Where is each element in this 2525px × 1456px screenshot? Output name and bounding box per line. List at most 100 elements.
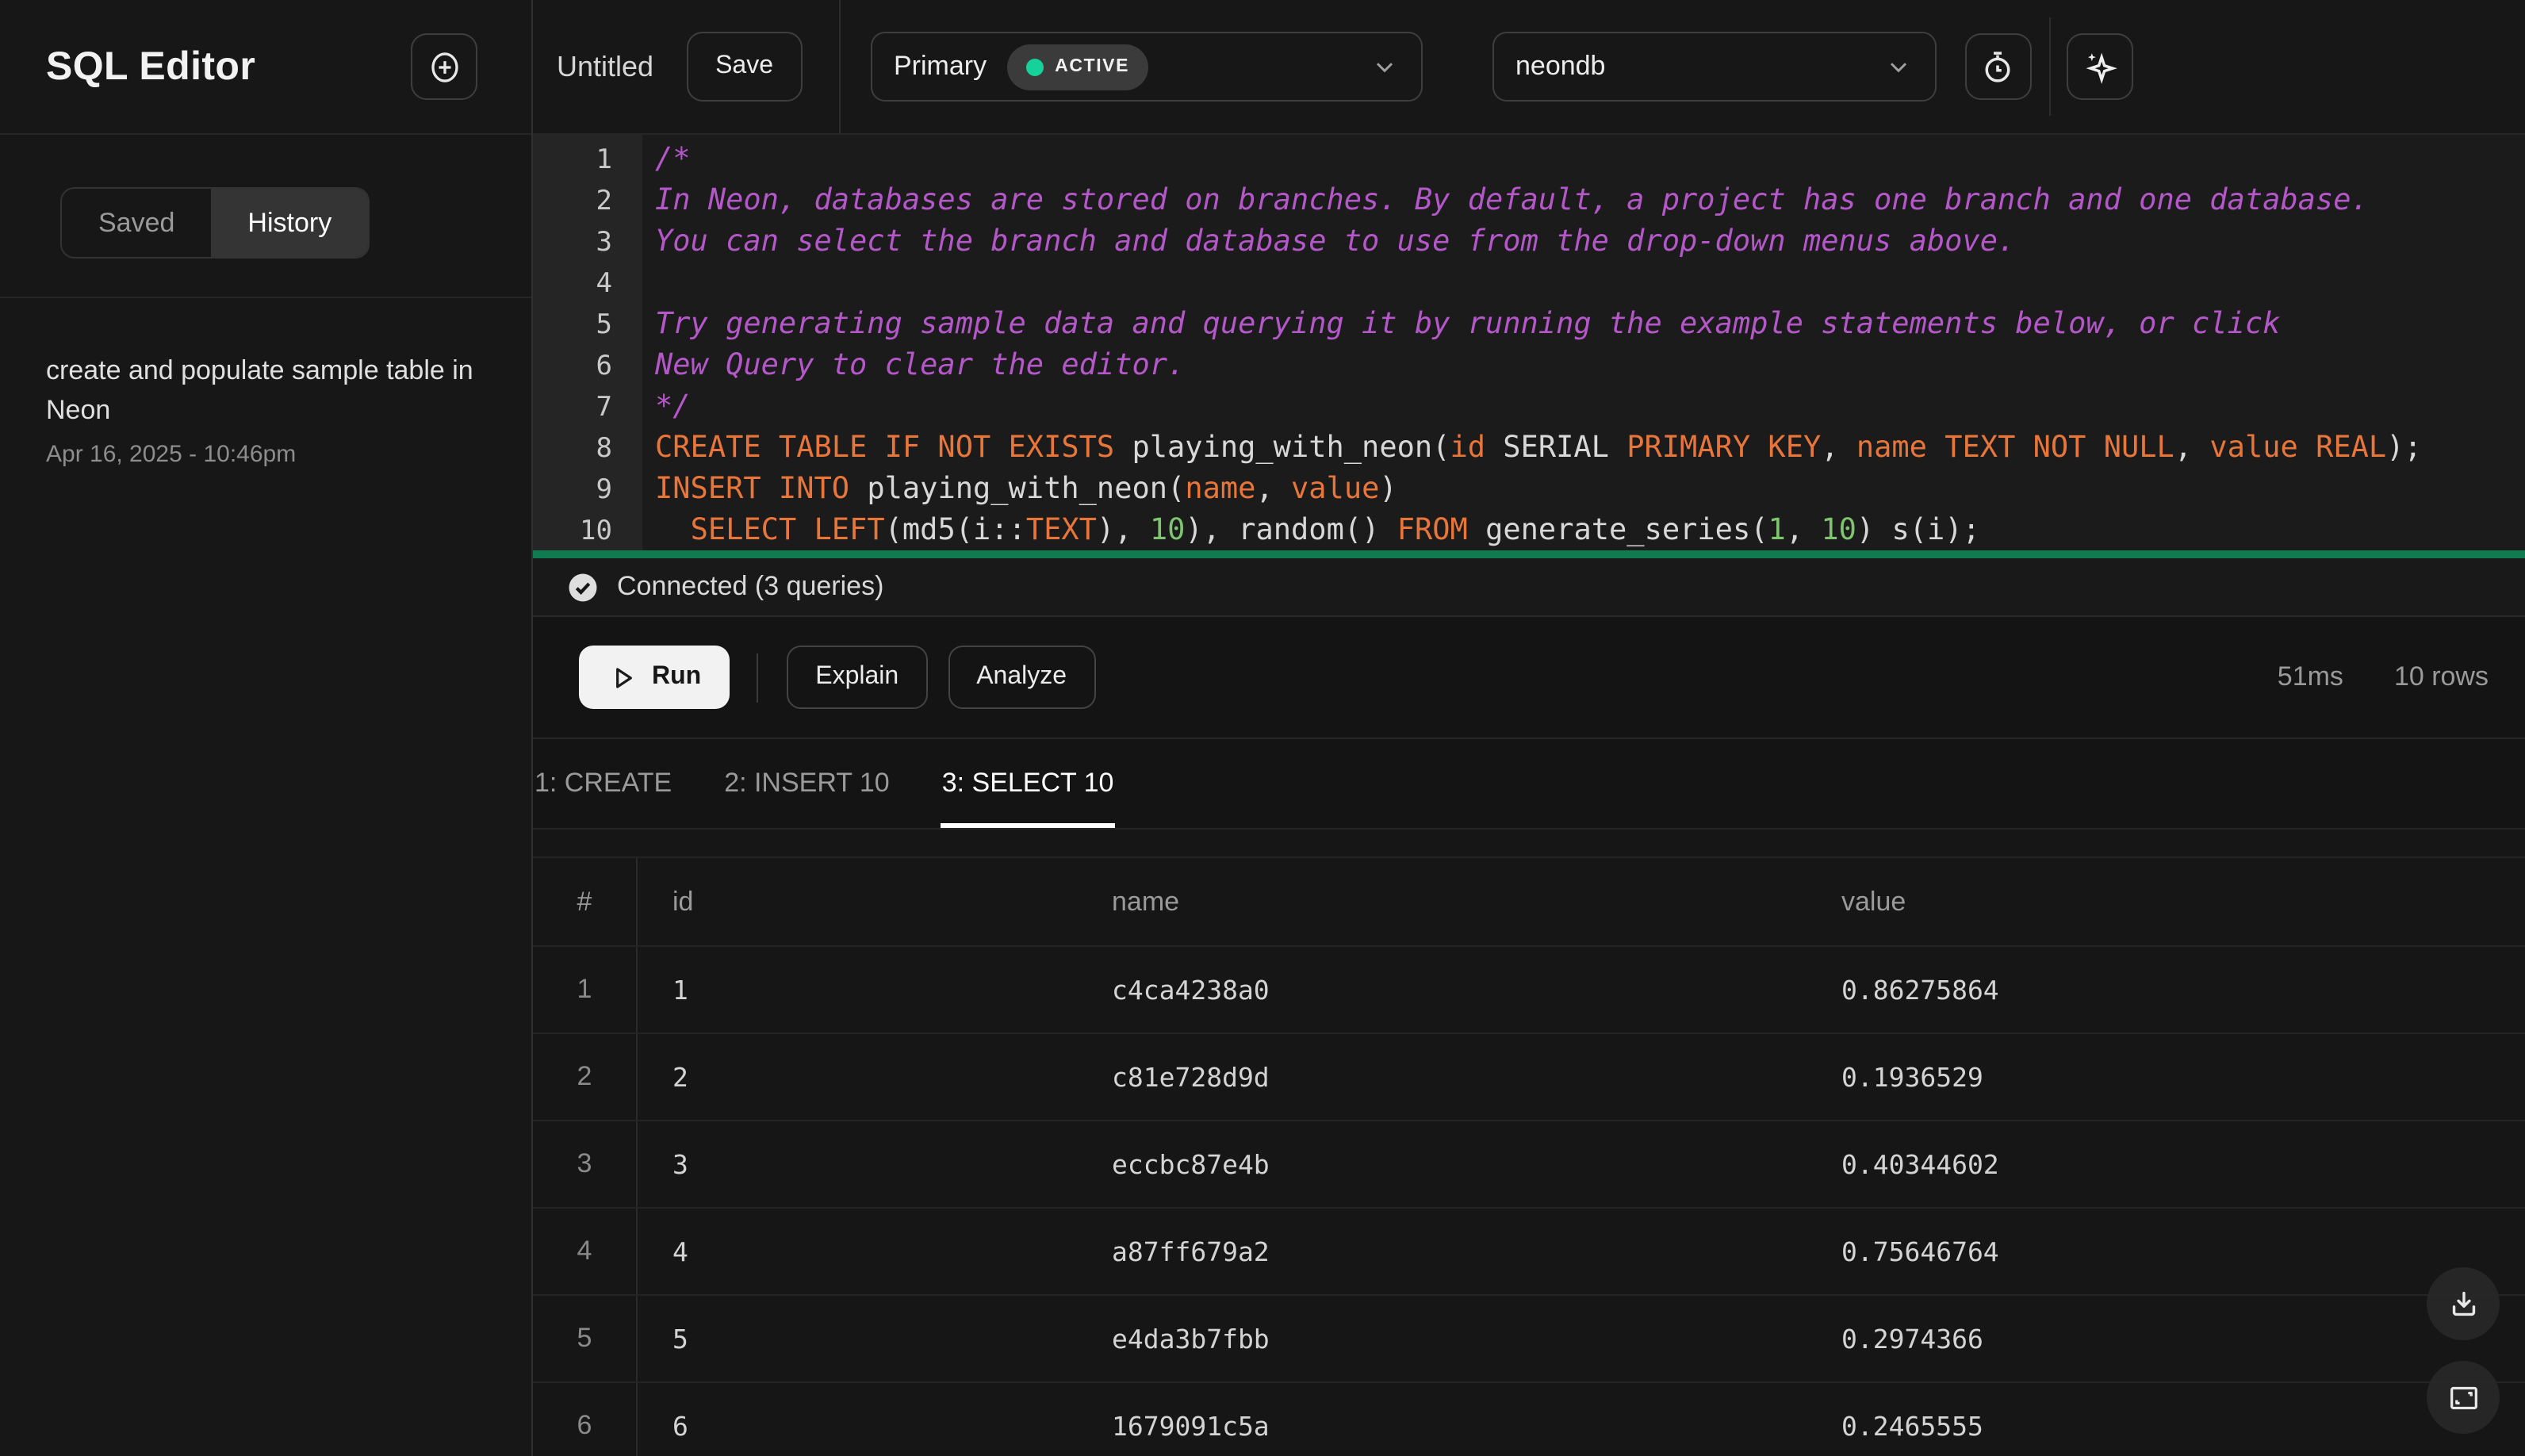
code-token: id [1450,431,1485,465]
run-button[interactable]: Run [579,646,730,709]
connection-status-row: Connected (3 queries) [533,558,2525,617]
new-query-button[interactable] [411,33,477,100]
line-number: 9 [596,474,613,506]
editor-line: 4 [533,263,2525,305]
code-token: generate_series( [1467,514,1768,547]
name-cell: eccbc87e4b [1112,1149,1270,1179]
code-text: In Neon, databases are stored on branche… [642,181,2369,222]
name-cell: a87ff679a2 [1112,1236,1270,1266]
explain-button[interactable]: Explain [787,646,928,709]
query-history-button[interactable] [1964,33,2031,100]
line-number: 8 [596,433,613,465]
sidebar-tabs: Saved History [60,187,370,259]
editor-line: 1 /* [533,140,2525,181]
code-token: , [1821,431,1856,465]
result-tab-1[interactable]: 1: CREATE [533,739,673,828]
row-number-cell: 5 [533,1296,638,1381]
row-number-cell: 4 [533,1209,638,1294]
ai-assist-button[interactable] [2066,33,2132,100]
code-token: PRIMARY KEY [1626,431,1822,465]
code-token: TEXT NOT NULL [1945,431,2174,465]
history-item[interactable]: create and populate sample table in Neon… [46,351,474,468]
analyze-button[interactable]: Analyze [948,646,1096,709]
sidebar-tab-saved[interactable]: Saved [62,189,211,257]
code-token: ), random() [1185,514,1397,547]
row-number-cell: 1 [533,947,638,1033]
actions-row: Run Explain Analyze 51ms 10 rows [533,617,2525,739]
table-row[interactable]: 2 2 c81e728d9d 0.1936529 [533,1033,2525,1120]
code-token: ) s(i); [1856,514,1980,547]
table-row[interactable]: 4 4 a87ff679a2 0.75646764 [533,1207,2525,1294]
line-number: 7 [596,392,613,423]
row-count: 10 rows [2393,661,2489,692]
code-token: value [1291,473,1380,506]
branch-select[interactable]: Primary ACTIVE [870,32,1422,102]
status-dot-icon [1026,58,1044,75]
code-token: New Query to clear the editor. [655,349,1186,382]
line-number: 1 [596,144,613,176]
result-tab-2[interactable]: 2: INSERT 10 [722,739,891,828]
download-results-button[interactable] [2427,1267,2500,1340]
value-cell: 0.40344602 [1841,1149,1999,1179]
code-token: (md5(i:: [884,514,1026,547]
editor-line: 3 You can select the branch and database … [533,222,2525,263]
code-token: playing_with_neon( [849,473,1186,506]
sidebar-tab-history[interactable]: History [211,189,369,257]
code-token: TEXT [1025,514,1097,547]
code-token: INSERT INTO [655,473,850,506]
stopwatch-icon [1978,47,2017,86]
code-text: */ [642,387,691,428]
table-row[interactable]: 3 3 eccbc87e4b 0.40344602 [533,1120,2525,1207]
connection-status-text: Connected (3 queries) [617,571,884,601]
save-button[interactable]: Save [687,32,802,102]
name-cell: c4ca4238a0 [1112,975,1270,1005]
id-cell: 6 [672,1411,688,1441]
line-number: 10 [580,515,612,547]
history-item-title: create and populate sample table in Neon [46,355,473,425]
editor-line: 10 SELECT LEFT(md5(i::TEXT), 10), random… [533,511,2525,550]
topbar-divider-2 [2048,17,2050,116]
table-row[interactable]: 1 1 c4ca4238a0 0.86275864 [533,945,2525,1033]
code-token: In Neon, databases are stored on branche… [655,184,2369,217]
row-number-cell: 3 [533,1121,638,1207]
sidebar-tabs-block: Saved History [0,135,531,298]
chevron-down-icon [1370,52,1398,81]
id-cell: 5 [672,1324,688,1354]
sql-editor[interactable]: 1 /* 2 In Neon, databases are stored on bra… [533,135,2525,550]
topbar: Untitled Save Primary ACTIVE neondb [533,0,2525,135]
name-cell: 1679091c5a [1112,1411,1270,1441]
line-number: 2 [596,186,613,217]
table-row[interactable]: 6 6 1679091c5a 0.2465555 [533,1381,2525,1456]
editor-line: 5 Try generating sample data and querying… [533,305,2525,346]
editor-line: 8 CREATE TABLE IF NOT EXISTS playing_with… [533,428,2525,469]
expand-results-button[interactable] [2427,1361,2500,1434]
code-text: New Query to clear the editor. [642,346,1185,387]
result-tab-3[interactable]: 3: SELECT 10 [940,739,1116,828]
line-number: 4 [596,268,613,300]
main-panel: Untitled Save Primary ACTIVE neondb 1 /*… [533,0,2525,1456]
play-icon [607,662,638,692]
query-title: Untitled [557,50,654,82]
statement-highlight-bar [533,550,2525,558]
sql-editor-app: SQL Editor Saved History create and popul… [0,0,2525,1456]
table-row[interactable]: 5 5 e4da3b7fbb 0.2974366 [533,1294,2525,1381]
code-token: 1 [1768,514,1786,547]
code-text: CREATE TABLE IF NOT EXISTS playing_with_… [642,428,2422,469]
code-text: You can select the branch and database t… [642,222,2015,263]
history-list: create and populate sample table in Neon… [0,298,531,468]
database-select[interactable]: neondb [1492,32,1936,102]
history-item-timestamp: Apr 16, 2025 - 10:46pm [46,441,297,468]
name-cell: c81e728d9d [1112,1062,1270,1092]
code-token: playing_with_neon( [1114,431,1450,465]
results-table-body: 1 1 c4ca4238a0 0.86275864 2 2 c81e728d9d 0.1936… [533,945,2525,1456]
column-header-name: name [1112,886,1180,916]
value-cell: 0.86275864 [1841,975,1999,1005]
editor-line: 2 In Neon, databases are stored on branch… [533,181,2525,222]
code-token: name [1856,431,1927,465]
row-number-cell: 2 [533,1034,638,1120]
run-button-label: Run [652,663,702,690]
results-panel: # id name value 1 1 c4ca4238a0 0.86275864 2 2 c81… [533,830,2525,1456]
